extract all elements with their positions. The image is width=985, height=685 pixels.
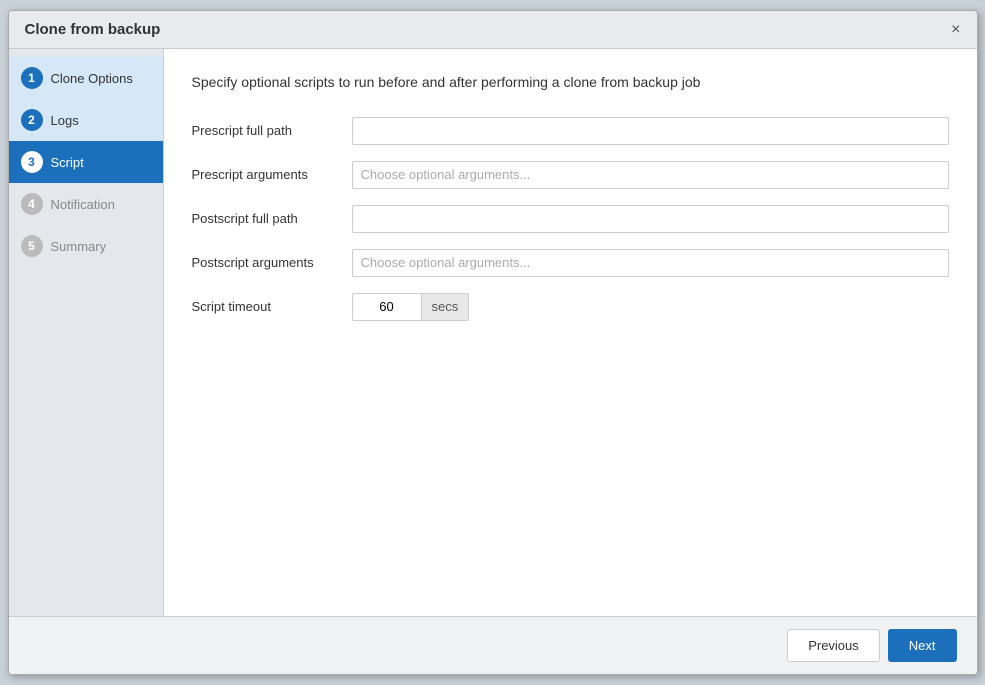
sidebar-item-clone-options[interactable]: 1 Clone Options — [9, 57, 163, 99]
step-badge-2: 2 — [21, 109, 43, 131]
postscript-path-label: Postscript full path — [192, 211, 352, 226]
postscript-path-input[interactable] — [352, 205, 949, 233]
dialog-title: Clone from backup — [25, 21, 161, 38]
step-badge-3: 3 — [21, 151, 43, 173]
next-button[interactable]: Next — [888, 629, 957, 662]
postscript-args-row: Postscript arguments — [192, 249, 949, 277]
main-content: Specify optional scripts to run before a… — [164, 49, 977, 616]
dialog-footer: Previous Next — [9, 616, 977, 674]
prescript-path-label: Prescript full path — [192, 123, 352, 138]
script-timeout-label: Script timeout — [192, 299, 352, 314]
clone-from-backup-dialog: Clone from backup × 1 Clone Options 2 Lo… — [8, 10, 978, 675]
prescript-args-row: Prescript arguments — [192, 161, 949, 189]
close-button[interactable]: × — [951, 22, 960, 38]
step-description: Specify optional scripts to run before a… — [192, 73, 949, 93]
sidebar-item-notification[interactable]: 4 Notification — [9, 183, 163, 225]
sidebar-item-logs[interactable]: 2 Logs — [9, 99, 163, 141]
sidebar-item-label-1: Clone Options — [51, 71, 133, 86]
sidebar-item-summary[interactable]: 5 Summary — [9, 225, 163, 267]
sidebar: 1 Clone Options 2 Logs 3 Script 4 Notifi… — [9, 49, 164, 616]
prescript-args-input[interactable] — [352, 161, 949, 189]
postscript-path-row: Postscript full path — [192, 205, 949, 233]
timeout-unit: secs — [422, 293, 470, 321]
sidebar-item-script[interactable]: 3 Script — [9, 141, 163, 183]
script-timeout-row: Script timeout secs — [192, 293, 949, 321]
dialog-body: 1 Clone Options 2 Logs 3 Script 4 Notifi… — [9, 49, 977, 616]
prescript-args-label: Prescript arguments — [192, 167, 352, 182]
prescript-path-input[interactable] — [352, 117, 949, 145]
sidebar-item-label-3: Script — [51, 155, 84, 170]
postscript-args-input[interactable] — [352, 249, 949, 277]
sidebar-item-label-5: Summary — [51, 239, 107, 254]
sidebar-item-label-4: Notification — [51, 197, 115, 212]
step-badge-4: 4 — [21, 193, 43, 215]
prescript-path-row: Prescript full path — [192, 117, 949, 145]
previous-button[interactable]: Previous — [787, 629, 880, 662]
dialog-header: Clone from backup × — [9, 11, 977, 49]
step-badge-1: 1 — [21, 67, 43, 89]
script-timeout-input[interactable] — [352, 293, 422, 321]
sidebar-item-label-2: Logs — [51, 113, 79, 128]
postscript-args-label: Postscript arguments — [192, 255, 352, 270]
step-badge-5: 5 — [21, 235, 43, 257]
timeout-input-group: secs — [352, 293, 470, 321]
